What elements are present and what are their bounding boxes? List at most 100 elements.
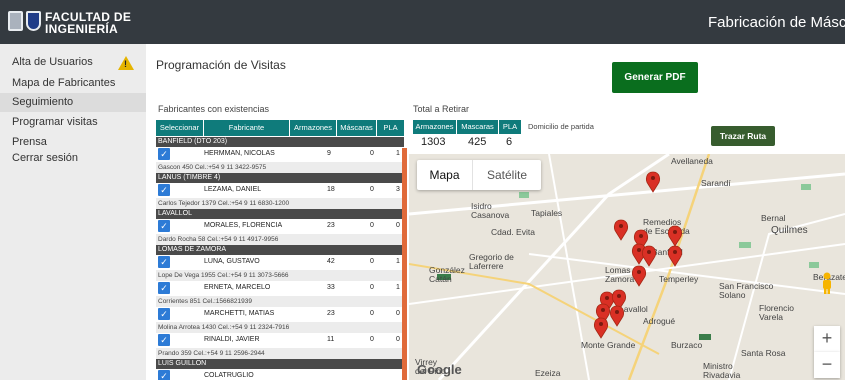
street-view-pegman-icon[interactable]	[821, 272, 833, 294]
table-row: ✓ MORALES, FLORENCIA 23 0 0 Dardo Rocha …	[156, 219, 404, 245]
map-pin[interactable]	[610, 305, 624, 327]
sidebar-item-mapa-fabricantes[interactable]: Mapa de Fabricantes	[0, 74, 146, 93]
fabricante-name: MORALES, FLORENCIA	[204, 222, 283, 229]
zone-header: BANFIELD (DTO 203)	[156, 137, 404, 147]
main-content: Programación de Visitas Generar PDF Fabr…	[146, 44, 845, 380]
col-mascaras[interactable]: Máscaras	[337, 120, 377, 136]
map-markers	[594, 171, 682, 339]
mascaras-value: 0	[370, 186, 374, 193]
app-window: FACULTAD DE INGENIERÍA Fabricación de Má…	[0, 0, 845, 380]
map-pin[interactable]	[642, 245, 656, 267]
sidebar: Alta de Usuarios ! Mapa de Fabricantes S…	[0, 44, 146, 380]
zone-header: LUIS GUILLON	[156, 359, 404, 369]
total-col-pla: PLA	[499, 120, 521, 134]
page-title: Programación de Visitas	[156, 58, 286, 72]
table-row: ✓ MARCHETTI, MATIAS 23 0 0 Molina Arrote…	[156, 307, 404, 333]
map-pin[interactable]	[614, 219, 628, 241]
pla-value: 1	[396, 150, 400, 157]
col-pla[interactable]: PLA	[377, 120, 404, 136]
zone-header: LANUS (TIMBRE 4)	[156, 173, 404, 183]
select-checkbox[interactable]: ✓	[158, 220, 170, 232]
shield-icon	[8, 11, 23, 31]
armazones-value: 42	[327, 258, 335, 265]
map-pin[interactable]	[668, 245, 682, 267]
col-seleccionar[interactable]: Seleccionar	[156, 120, 204, 136]
crest-icon	[26, 11, 41, 31]
fabricante-address: Dardo Rocha 58 Cel.:+54 9 11 4917-9956	[156, 234, 404, 245]
map-pin[interactable]	[594, 317, 608, 339]
pla-value: 0	[396, 222, 400, 229]
select-checkbox[interactable]: ✓	[158, 308, 170, 320]
fabricante-name: HERMMAN, NICOLAS	[204, 150, 275, 157]
sidebar-item-programar-visitas[interactable]: Programar visitas	[0, 113, 146, 132]
total-armazones-value: 1303	[421, 136, 446, 148]
select-checkbox[interactable]: ✓	[158, 148, 170, 160]
armazones-value: 9	[327, 150, 331, 157]
fabricante-name: ERNETA, MARCELO	[204, 284, 271, 291]
pla-value: 0	[396, 336, 400, 343]
top-bar: FACULTAD DE INGENIERÍA Fabricación de Má…	[0, 0, 845, 44]
zoom-in-button[interactable]: +	[814, 326, 840, 352]
fabricante-address: Lope De Vega 1955 Cel.:+54 9 11 3073-566…	[156, 270, 404, 281]
mascaras-value: 0	[370, 284, 374, 291]
table-row: ✓ ERNETA, MARCELO 33 0 1 Corrientes 851 …	[156, 281, 404, 307]
generate-pdf-button[interactable]: Generar PDF	[612, 62, 698, 93]
fabricantes-label: Fabricantes con existencias	[158, 104, 270, 114]
fabricante-name: LEZAMA, DANIEL	[204, 186, 262, 193]
sidebar-item-seguimiento[interactable]: Seguimiento	[0, 93, 146, 112]
table-row: ✓ LUNA, GUSTAVO 42 0 1 Lope De Vega 1955…	[156, 255, 404, 281]
select-checkbox[interactable]: ✓	[158, 282, 170, 294]
fabricante-address: Corrientes 851 Cel.:1566821939	[156, 296, 404, 307]
domicilio-partida-label: Domicilio de partida	[528, 122, 594, 131]
table-row: ✓ HERMMAN, NICOLAS 9 0 1 Gascon 450 Cel.…	[156, 147, 404, 173]
fabricantes-table: Seleccionar Fabricante Armazones Máscara…	[156, 120, 404, 380]
map-pin[interactable]	[668, 225, 682, 247]
col-fabricante[interactable]: Fabricante	[204, 120, 290, 136]
sidebar-item-cerrar-sesion[interactable]: Cerrar sesión	[0, 149, 146, 168]
map-pin[interactable]	[646, 171, 660, 193]
mascaras-value: 0	[370, 222, 374, 229]
table-row: ✓ LEZAMA, DANIEL 18 0 3 Carlos Tejedor 1…	[156, 183, 404, 209]
col-armazones[interactable]: Armazones	[290, 120, 337, 136]
fabricante-address: Gascon 450 Cel.:+54 9 11 3422-9575	[156, 162, 404, 173]
mascaras-value: 0	[370, 310, 374, 317]
armazones-value: 33	[327, 284, 335, 291]
select-checkbox[interactable]: ✓	[158, 334, 170, 346]
fabricante-address: Molina Arrotea 1430 Cel.:+54 9 11 2324-7…	[156, 322, 404, 333]
total-retirar-label: Total a Retirar	[413, 104, 470, 114]
table-body: BANFIELD (DTO 203) ✓ HERMMAN, NICOLAS 9 …	[156, 137, 404, 380]
map-pin[interactable]	[632, 265, 646, 287]
select-checkbox[interactable]: ✓	[158, 256, 170, 268]
select-checkbox[interactable]: ✓	[158, 184, 170, 196]
warning-icon-mark: !	[124, 59, 127, 69]
fabricante-name: LUNA, GUSTAVO	[204, 258, 260, 265]
total-pla-value: 6	[506, 136, 513, 148]
table-header: Seleccionar Fabricante Armazones Máscara…	[156, 120, 404, 136]
armazones-value: 18	[327, 186, 335, 193]
total-col-armazones: Armazones	[413, 120, 457, 134]
mascaras-value: 0	[370, 150, 374, 157]
pla-value: 3	[396, 186, 400, 193]
app-title: Fabricación de Máscaras	[708, 14, 845, 31]
map-view[interactable]: Mapa Satélite Avellaneda Sarandí Isidro …	[409, 154, 845, 380]
zone-header: LAVALLOL	[156, 209, 404, 219]
faculty-logo[interactable]: FACULTAD DE INGENIERÍA	[8, 9, 138, 36]
armazones-value: 23	[327, 310, 335, 317]
zone-header: LOMAS DE ZAMORA	[156, 245, 404, 255]
table-row: ✓ RINALDI, JAVIER 11 0 0 Prando 359 Cel.…	[156, 333, 404, 359]
zoom-out-button[interactable]: −	[814, 352, 840, 378]
trazar-ruta-button[interactable]: Trazar Ruta	[711, 126, 775, 146]
mascaras-value: 0	[370, 258, 374, 265]
mascaras-value: 0	[370, 336, 374, 343]
fabricante-name: MARCHETTI, MATIAS	[204, 310, 275, 317]
fabricante-name: COLATRUGLIO	[204, 372, 254, 379]
logo-text-line2: INGENIERÍA	[45, 22, 119, 36]
panel-divider[interactable]	[402, 148, 407, 380]
totals-table: Armazones Mascaras PLA 1303 425 6	[413, 120, 524, 150]
total-mascaras-value: 425	[468, 136, 487, 148]
select-checkbox[interactable]: ✓	[158, 370, 170, 380]
fabricante-address: Prando 359 Cel.:+54 9 11 2596-2944	[156, 348, 404, 359]
google-logo: Google	[417, 362, 462, 377]
pla-value: 0	[396, 310, 400, 317]
pla-value: 1	[396, 258, 400, 265]
